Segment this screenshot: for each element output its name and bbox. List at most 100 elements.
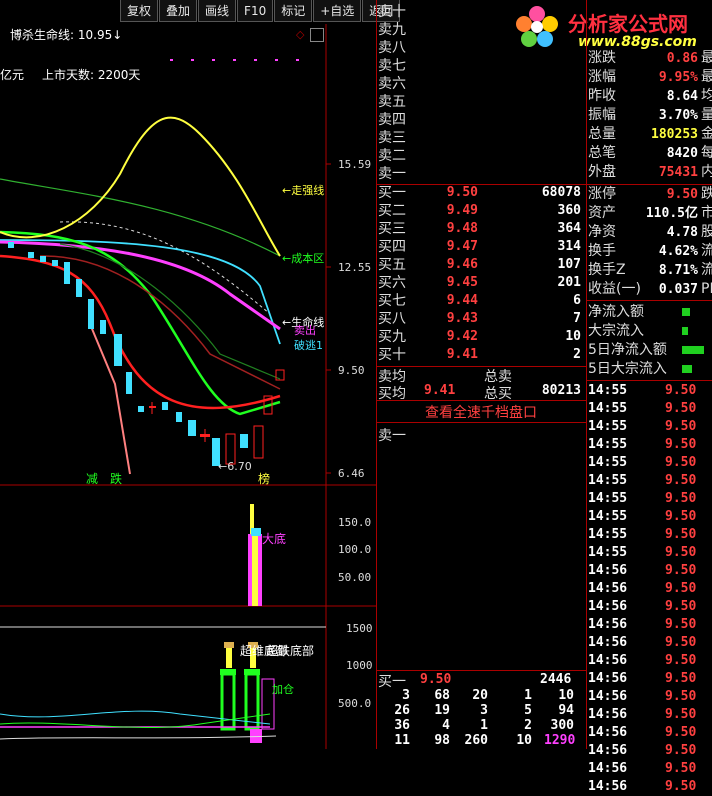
bid-level-row[interactable]: 买三 9.48 364 (378, 220, 583, 238)
level-label: 卖六 (378, 76, 406, 92)
trade-tick-row: 14:56 9.50 (588, 598, 712, 616)
ask-level-row[interactable]: 卖四 (378, 111, 583, 129)
trade-tick-row: 14:55 9.50 (588, 508, 712, 526)
ask-level-row[interactable]: 卖三 (378, 129, 583, 147)
trade-tick-row: 14:56 9.50 (588, 724, 712, 742)
ask-level-row[interactable]: 卖一 (378, 165, 583, 183)
tick-price: 9.50 (665, 617, 697, 632)
stat-label: 昨收 (588, 88, 616, 104)
fund-flow-row: 5日净流入额 (588, 341, 712, 360)
stat-label: 净资 (588, 224, 616, 240)
ob-sep-4 (376, 422, 586, 423)
trade-tick-row: 14:55 9.50 (588, 382, 712, 400)
fund-flow-bar (682, 308, 690, 316)
add-watchlist-button[interactable]: +自选 (313, 0, 362, 22)
kline-chart[interactable]: 博杀生命线: 10.95↓ 亿元 上市天数: 2200天 ◇ 15.59 12.… (0, 24, 376, 749)
ask-level-row[interactable]: 卖七 (378, 57, 583, 75)
tick-time: 14:55 (588, 437, 628, 452)
level-label: 卖八 (378, 40, 406, 56)
queue-sell-label: 卖一 (378, 428, 406, 444)
level-label: 买九 (378, 329, 406, 345)
bid-level-row[interactable]: 买十 9.41 2 (378, 346, 583, 364)
avg-buy-price: 9.41 (424, 383, 456, 398)
trade-tick-row: 14:55 9.50 (588, 418, 712, 436)
ob-sep-5 (376, 670, 586, 671)
draw-line-button[interactable]: 画线 (198, 0, 237, 22)
stat-row: 涨幅 9.95% 最 (588, 68, 712, 87)
stat-extra-label: 流 (701, 243, 712, 259)
tick-time: 14:56 (588, 671, 628, 686)
trade-tick-row: 14:56 9.50 (588, 778, 712, 796)
level-volume: 6 (573, 293, 581, 308)
fall-label: 跌 (110, 472, 123, 486)
queue-order-size: 1 (524, 688, 532, 703)
bid-level-row[interactable]: 买八 9.43 7 (378, 310, 583, 328)
bid-level-row[interactable]: 买九 9.42 10 (378, 328, 583, 346)
total-buy-label: 总买 (484, 386, 512, 402)
bid-level-row[interactable]: 买七 9.44 6 (378, 292, 583, 310)
full-depth-link[interactable]: 查看全速千档盘口 (376, 402, 586, 422)
level-label: 买三 (378, 221, 406, 237)
ask-level-row[interactable]: 卖十 (378, 3, 583, 21)
stat-value: 8.71% (658, 263, 698, 278)
chart-svg (0, 24, 376, 749)
restore-rights-button[interactable]: 复权 (120, 0, 159, 22)
queue-buy-vol: 2446 (540, 672, 572, 687)
mark-button[interactable]: 标记 (274, 0, 313, 22)
level-volume: 201 (557, 275, 581, 290)
tick-price: 9.50 (665, 527, 697, 542)
bid-level-row[interactable]: 买六 9.45 201 (378, 274, 583, 292)
fund-flow-row: 大宗流入 (588, 322, 712, 341)
stat-row: 昨收 8.64 均 (588, 87, 712, 106)
stat-label: 换手 (588, 243, 616, 259)
stat-row: 收益(一) 0.037 PE (588, 280, 712, 299)
volume-bars (248, 504, 262, 606)
trade-tick-row: 14:56 9.50 (588, 616, 712, 634)
stat-extra-label: PE (701, 281, 712, 297)
tick-price: 9.50 (665, 743, 697, 758)
stat-value: 0.86 (666, 51, 698, 66)
bid-level-row[interactable]: 买四 9.47 314 (378, 238, 583, 256)
tick-price: 9.50 (665, 437, 697, 452)
tick-time: 14:56 (588, 779, 628, 794)
queue-order-size: 1290 (544, 733, 576, 748)
stat-value: 9.95% (658, 70, 698, 85)
stat-value: 75431 (658, 165, 698, 180)
bid-level-row[interactable]: 买五 9.46 107 (378, 256, 583, 274)
level-price: 9.49 (446, 203, 478, 218)
tick-time: 14:55 (588, 419, 628, 434)
level-label: 买二 (378, 203, 406, 219)
ask-level-row[interactable]: 卖二 (378, 147, 583, 165)
stat-label: 换手Z (588, 262, 626, 278)
overlay-button[interactable]: 叠加 (159, 0, 198, 22)
stat-row: 总量 180253 金 (588, 125, 712, 144)
ask-level-row[interactable]: 卖六 (378, 75, 583, 93)
stat-row: 涨跌 0.86 最 (588, 49, 712, 68)
ask-level-row[interactable]: 卖九 (378, 21, 583, 39)
level-label: 买八 (378, 311, 406, 327)
price-tick: 9.50 (338, 364, 365, 377)
bid-level-row[interactable]: 买一 9.50 68078 (378, 184, 583, 202)
bid-level-row[interactable]: 买二 9.49 360 (378, 202, 583, 220)
tick-time: 14:55 (588, 401, 628, 416)
queue-order-size: 10 (516, 733, 532, 748)
level-label: 买一 (378, 185, 406, 201)
ask-level-row[interactable]: 卖八 (378, 39, 583, 57)
queue-order-size: 11 (394, 733, 410, 748)
tick-time: 14:55 (588, 383, 628, 398)
f10-button[interactable]: F10 (237, 0, 274, 22)
order-book-summary: 卖均 总卖 买均 9.41 总买 80213 (378, 366, 583, 402)
stat-extra-label: 每 (701, 145, 712, 161)
tick-price: 9.50 (665, 779, 697, 794)
tick-time: 14:55 (588, 491, 628, 506)
level-label: 卖三 (378, 130, 406, 146)
stat-label: 涨幅 (588, 69, 616, 85)
level-price: 9.50 (446, 185, 478, 200)
ask-level-row[interactable]: 卖五 (378, 93, 583, 111)
candles (8, 242, 285, 466)
level-label: 卖七 (378, 58, 406, 74)
queue-order-size: 2 (524, 718, 532, 733)
fund-flow-bar (682, 327, 688, 335)
tick-price: 9.50 (665, 401, 697, 416)
queue-order-size: 19 (434, 703, 450, 718)
